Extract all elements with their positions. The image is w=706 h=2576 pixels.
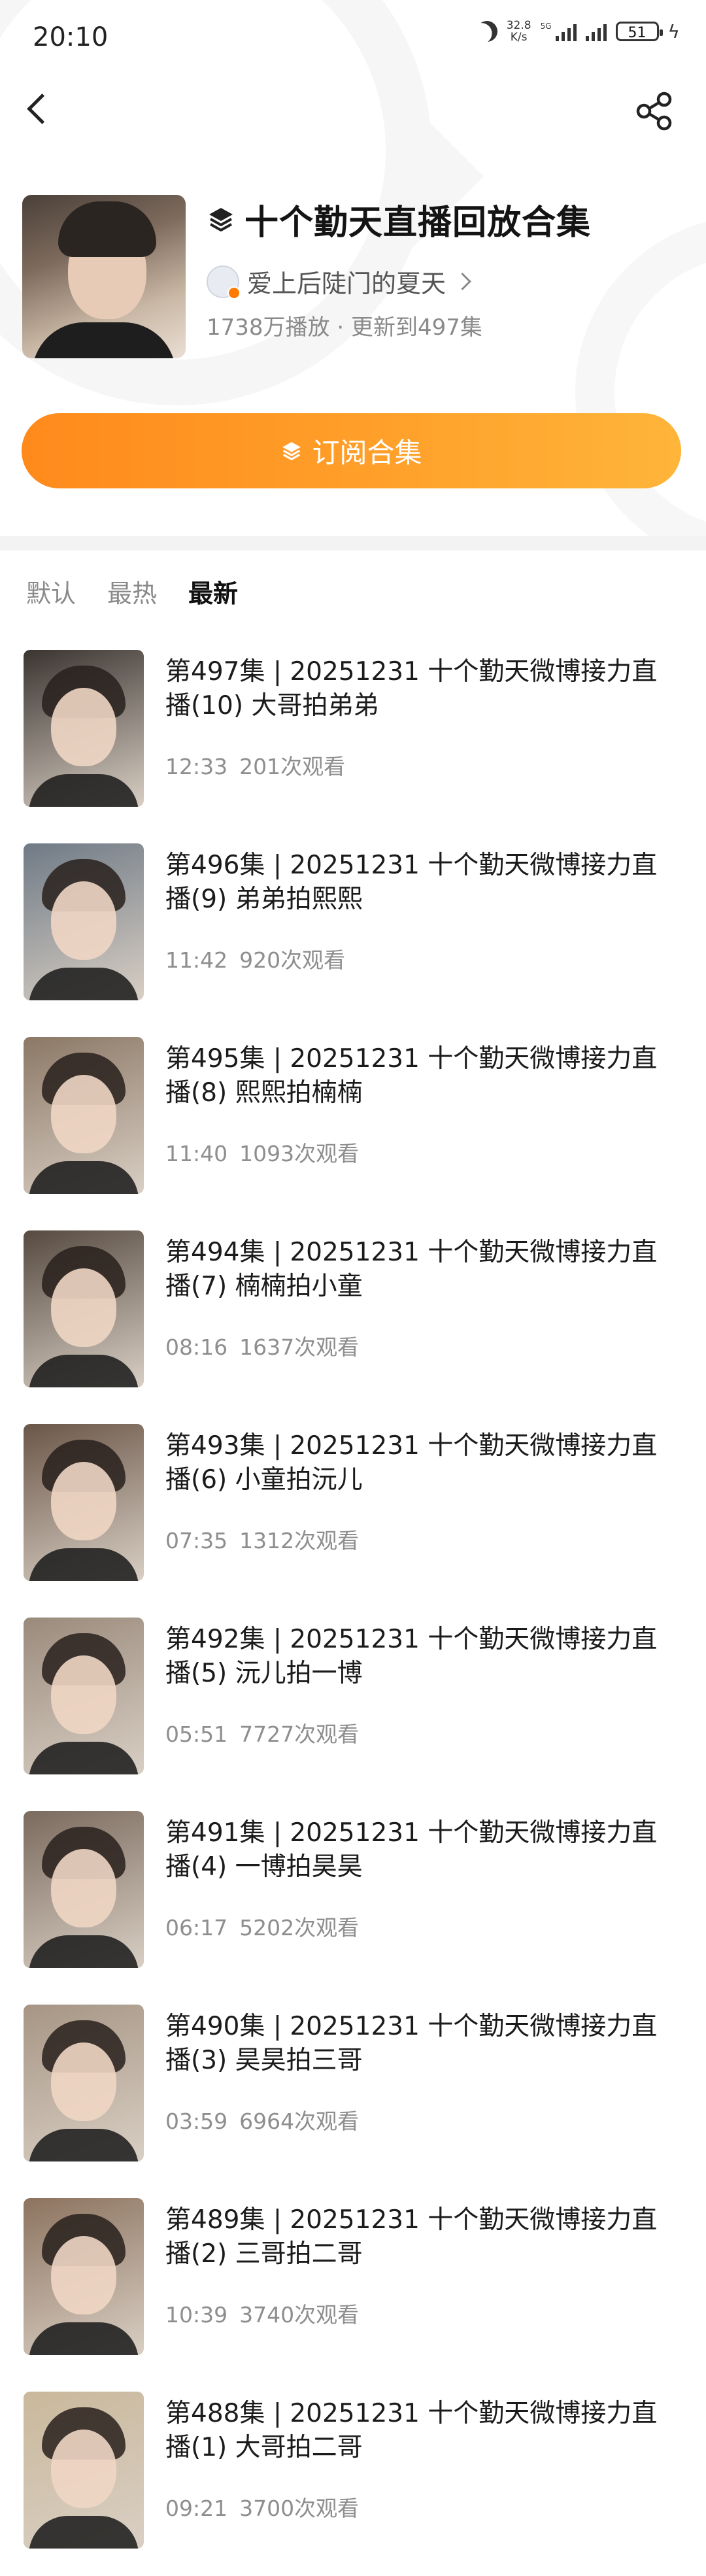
episode-thumbnail	[24, 2198, 144, 2355]
share-icon	[636, 92, 672, 131]
tab-default[interactable]: 默认	[26, 573, 76, 609]
episode-duration: 11:42	[165, 947, 228, 973]
episode-title: 第495集 | 20251231 十个勤天微博接力直播(8) 熙熙拍楠楠	[165, 1044, 658, 1108]
layers-icon	[282, 441, 301, 460]
author-name: 爱上后陡门的夏天	[247, 269, 446, 298]
list-item[interactable]: 第495集 | 20251231 十个勤天微博接力直播(8) 熙熙拍楠楠 11:…	[0, 1028, 706, 1221]
episode-meta: 09:21 3700次观看	[165, 2491, 359, 2522]
episode-title: 第494集 | 20251231 十个勤天微博接力直播(7) 楠楠拍小童	[165, 1238, 658, 1301]
episode-meta: 03:59 6964次观看	[165, 2104, 359, 2135]
list-item[interactable]: 第496集 | 20251231 十个勤天微博接力直播(9) 弟弟拍熙熙 11:…	[0, 834, 706, 1028]
signal-5g-icon: 5G	[541, 22, 577, 41]
collection-title-row: 十个勤天直播回放合集	[207, 195, 591, 244]
episode-duration: 11:40	[165, 1141, 228, 1166]
signal-icon	[585, 22, 607, 41]
charging-icon: ϟ	[667, 20, 680, 42]
episode-views: 3700次观看	[239, 2496, 360, 2521]
episode-title: 第492集 | 20251231 十个勤天微博接力直播(5) 沅儿拍一博	[165, 1625, 658, 1688]
subscribe-button[interactable]: 订阅合集	[22, 413, 681, 488]
episode-duration: 06:17	[165, 1915, 228, 1940]
episode-list: 第497集 | 20251231 十个勤天微博接力直播(10) 大哥拍弟弟 12…	[0, 641, 706, 2576]
episode-views: 1637次观看	[239, 1334, 360, 1360]
tab-hottest[interactable]: 最热	[107, 573, 157, 609]
episode-thumbnail	[24, 2392, 144, 2549]
episode-meta: 05:51 7727次观看	[165, 1717, 359, 1748]
list-item[interactable]: 第489集 | 20251231 十个勤天微博接力直播(2) 三哥拍二哥 10:…	[0, 2189, 706, 2382]
collection-cover[interactable]	[22, 195, 186, 358]
do-not-disturb-icon	[473, 18, 500, 44]
episode-thumbnail	[24, 1811, 144, 1968]
collection-title: 十个勤天直播回放合集	[244, 203, 592, 243]
list-item[interactable]: 第491集 | 20251231 十个勤天微博接力直播(4) 一博拍昊昊 06:…	[0, 1802, 706, 1995]
episode-views: 7727次观看	[239, 1721, 360, 1747]
episode-duration: 12:33	[165, 754, 228, 779]
collection-header: 十个勤天直播回放合集 爱上后陡门的夏天 1738万播放 · 更新到497集	[22, 195, 689, 358]
episode-title: 第493集 | 20251231 十个勤天微博接力直播(6) 小童拍沅儿	[165, 1431, 658, 1495]
list-item[interactable]: 第497集 | 20251231 十个勤天微博接力直播(10) 大哥拍弟弟 12…	[0, 641, 706, 834]
episode-thumbnail	[24, 1230, 144, 1387]
tab-newest[interactable]: 最新	[188, 573, 238, 609]
episode-thumbnail	[24, 1424, 144, 1581]
collection-stats: 1738万播放 · 更新到497集	[207, 314, 482, 341]
episode-views: 6964次观看	[239, 2109, 360, 2134]
battery-icon: 51	[615, 22, 663, 41]
episode-title: 第488集 | 20251231 十个勤天微博接力直播(1) 大哥拍二哥	[165, 2399, 658, 2462]
status-time: 20:10	[33, 22, 109, 52]
episode-meta: 11:42 920次观看	[165, 943, 345, 974]
status-bar: 20:10 32.8 K/s 5G 51 ϟ	[0, 0, 706, 75]
status-icons: 32.8 K/s 5G 51 ϟ	[477, 20, 680, 43]
episode-title: 第497集 | 20251231 十个勤天微博接力直播(10) 大哥拍弟弟	[165, 657, 658, 720]
episode-views: 920次观看	[239, 947, 346, 973]
episode-duration: 10:39	[165, 2302, 228, 2328]
episode-duration: 03:59	[165, 2109, 228, 2134]
episode-meta: 08:16 1637次观看	[165, 1330, 359, 1361]
episode-duration: 05:51	[165, 1721, 228, 1747]
sort-tabs: 默认 最热 最新	[26, 573, 238, 609]
section-divider	[0, 536, 706, 551]
episode-meta: 06:17 5202次观看	[165, 1910, 359, 1942]
author-avatar	[207, 265, 241, 299]
list-item[interactable]: 第494集 | 20251231 十个勤天微博接力直播(7) 楠楠拍小童 08:…	[0, 1221, 706, 1415]
episode-views: 201次观看	[239, 754, 346, 779]
network-speed: 32.8 K/s	[506, 19, 531, 44]
episode-meta: 11:40 1093次观看	[165, 1136, 359, 1168]
back-button[interactable]	[18, 90, 58, 129]
episode-duration: 07:35	[165, 1528, 228, 1553]
episode-meta: 12:33 201次观看	[165, 749, 345, 781]
list-item[interactable]: 第493集 | 20251231 十个勤天微博接力直播(6) 小童拍沅儿 07:…	[0, 1415, 706, 1608]
share-button[interactable]	[633, 89, 677, 133]
list-item[interactable]: 第488集 | 20251231 十个勤天微博接力直播(1) 大哥拍二哥 09:…	[0, 2382, 706, 2576]
episode-title: 第491集 | 20251231 十个勤天微博接力直播(4) 一博拍昊昊	[165, 1818, 658, 1882]
episode-duration: 09:21	[165, 2496, 228, 2521]
list-item[interactable]: 第490集 | 20251231 十个勤天微博接力直播(3) 昊昊拍三哥 03:…	[0, 1995, 706, 2189]
chevron-right-icon	[454, 273, 471, 290]
episode-title: 第489集 | 20251231 十个勤天微博接力直播(2) 三哥拍二哥	[165, 2205, 658, 2269]
episode-views: 1093次观看	[239, 1141, 360, 1166]
episode-views: 1312次观看	[239, 1528, 360, 1553]
episode-title: 第490集 | 20251231 十个勤天微博接力直播(3) 昊昊拍三哥	[165, 2012, 658, 2075]
list-item[interactable]: 第492集 | 20251231 十个勤天微博接力直播(5) 沅儿拍一博 05:…	[0, 1608, 706, 1802]
episode-thumbnail	[24, 2005, 144, 2161]
author-link[interactable]: 爱上后陡门的夏天	[207, 263, 471, 299]
episode-views: 5202次观看	[239, 1915, 360, 1940]
episode-title: 第496集 | 20251231 十个勤天微博接力直播(9) 弟弟拍熙熙	[165, 851, 658, 914]
episode-meta: 10:39 3740次观看	[165, 2297, 359, 2329]
layers-icon	[209, 207, 233, 231]
episode-thumbnail	[24, 650, 144, 807]
episode-thumbnail	[24, 843, 144, 1000]
episode-thumbnail	[24, 1037, 144, 1194]
episode-thumbnail	[24, 1618, 144, 1774]
episode-views: 3740次观看	[239, 2302, 360, 2328]
episode-duration: 08:16	[165, 1334, 228, 1360]
subscribe-label: 订阅合集	[312, 437, 422, 469]
episode-meta: 07:35 1312次观看	[165, 1523, 359, 1555]
top-nav	[0, 85, 706, 137]
